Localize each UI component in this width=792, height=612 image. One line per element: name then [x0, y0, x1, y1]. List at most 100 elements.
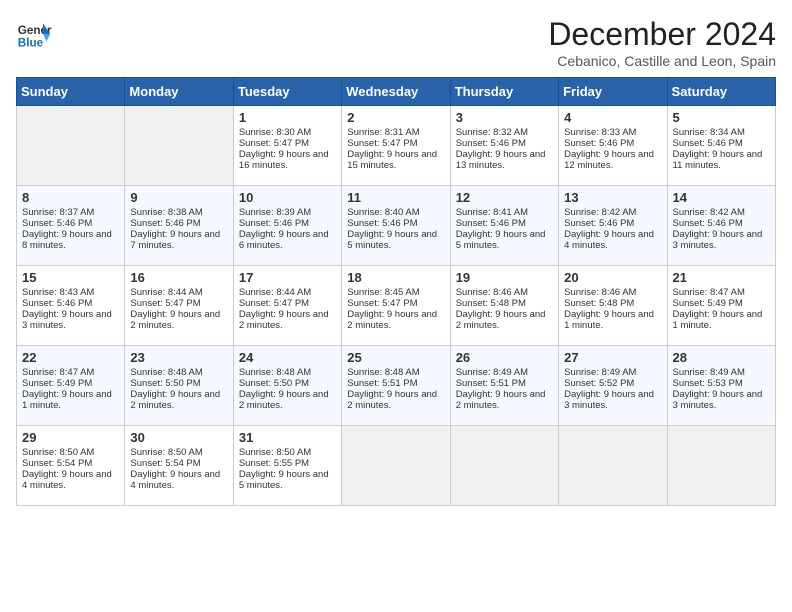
- daylight-text: Daylight: 9 hours and 2 minutes.: [130, 309, 220, 331]
- sunrise-text: Sunrise: 8:37 AM: [22, 207, 94, 218]
- sunset-text: Sunset: 5:53 PM: [673, 378, 743, 389]
- calendar-cell: 16Sunrise: 8:44 AMSunset: 5:47 PMDayligh…: [125, 266, 233, 346]
- month-year-title: December 2024: [548, 16, 776, 53]
- calendar-cell: 31Sunrise: 8:50 AMSunset: 5:55 PMDayligh…: [233, 426, 341, 506]
- calendar-cell: 11Sunrise: 8:40 AMSunset: 5:46 PMDayligh…: [342, 186, 450, 266]
- calendar-cell: 10Sunrise: 8:39 AMSunset: 5:46 PMDayligh…: [233, 186, 341, 266]
- day-number: 19: [456, 270, 553, 285]
- day-number: 26: [456, 350, 553, 365]
- logo-icon: General Blue: [16, 16, 52, 52]
- day-number: 27: [564, 350, 661, 365]
- day-number: 14: [673, 190, 770, 205]
- sunrise-text: Sunrise: 8:34 AM: [673, 127, 745, 138]
- calendar-cell: 12Sunrise: 8:41 AMSunset: 5:46 PMDayligh…: [450, 186, 558, 266]
- calendar-cell: 21 Sunrise: 8:47 AMSunset: 5:49 PMDayligh…: [667, 266, 775, 346]
- sunrise-text: Sunrise: 8:49 AM: [456, 367, 528, 378]
- day-number: 21: [673, 270, 770, 285]
- sunset-text: Sunset: 5:50 PM: [239, 378, 309, 389]
- sunset-text: Sunset: 5:46 PM: [130, 218, 200, 229]
- calendar-cell: [559, 426, 667, 506]
- sunrise-text: Sunrise: 8:42 AM: [564, 207, 636, 218]
- day-number: 28: [673, 350, 770, 365]
- week-row-2: 8Sunrise: 8:37 AMSunset: 5:46 PMDaylight…: [17, 186, 776, 266]
- daylight-text: Daylight: 9 hours and 4 minutes.: [22, 469, 112, 491]
- sunrise-text: Sunrise: 8:50 AM: [130, 447, 202, 458]
- calendar-cell: 24Sunrise: 8:48 AMSunset: 5:50 PMDayligh…: [233, 346, 341, 426]
- day-header-friday: Friday: [559, 78, 667, 106]
- sunset-text: Sunset: 5:46 PM: [564, 218, 634, 229]
- sunset-text: Sunset: 5:52 PM: [564, 378, 634, 389]
- sunset-text: Sunset: 5:49 PM: [673, 298, 743, 309]
- daylight-text: Daylight: 9 hours and 11 minutes.: [673, 149, 763, 171]
- sunset-text: Sunset: 5:46 PM: [456, 138, 526, 149]
- daylight-text: Daylight: 9 hours and 2 minutes.: [239, 389, 329, 411]
- sunrise-text: Sunrise: 8:49 AM: [673, 367, 745, 378]
- day-number: 29: [22, 430, 119, 445]
- calendar-table: SundayMondayTuesdayWednesdayThursdayFrid…: [16, 77, 776, 506]
- calendar-cell: 9Sunrise: 8:38 AMSunset: 5:46 PMDaylight…: [125, 186, 233, 266]
- sunset-text: Sunset: 5:47 PM: [239, 298, 309, 309]
- sunrise-text: Sunrise: 8:33 AM: [564, 127, 636, 138]
- daylight-text: Daylight: 9 hours and 2 minutes.: [456, 389, 546, 411]
- day-number: 16: [130, 270, 227, 285]
- sunset-text: Sunset: 5:46 PM: [22, 218, 92, 229]
- day-number: 15: [22, 270, 119, 285]
- calendar-cell: 5 Sunrise: 8:34 AMSunset: 5:46 PMDaylight…: [667, 106, 775, 186]
- calendar-cell: 14Sunrise: 8:42 AMSunset: 5:46 PMDayligh…: [667, 186, 775, 266]
- calendar-cell: 4Sunrise: 8:33 AMSunset: 5:46 PMDaylight…: [559, 106, 667, 186]
- logo: General Blue: [16, 16, 52, 52]
- calendar-cell: 20Sunrise: 8:46 AMSunset: 5:48 PMDayligh…: [559, 266, 667, 346]
- day-number: 1: [239, 110, 336, 125]
- day-header-tuesday: Tuesday: [233, 78, 341, 106]
- calendar-cell: [17, 106, 125, 186]
- sunrise-text: Sunrise: 8:47 AM: [673, 287, 745, 298]
- day-number: 13: [564, 190, 661, 205]
- day-number: 25: [347, 350, 444, 365]
- sunset-text: Sunset: 5:51 PM: [456, 378, 526, 389]
- sunset-text: Sunset: 5:48 PM: [456, 298, 526, 309]
- day-number: 24: [239, 350, 336, 365]
- sunrise-text: Sunrise: 8:46 AM: [564, 287, 636, 298]
- sunset-text: Sunset: 5:54 PM: [130, 458, 200, 469]
- daylight-text: Daylight: 9 hours and 12 minutes.: [564, 149, 654, 171]
- calendar-cell: 1Sunrise: 8:30 AMSunset: 5:47 PMDaylight…: [233, 106, 341, 186]
- calendar-cell: 29Sunrise: 8:50 AMSunset: 5:54 PMDayligh…: [17, 426, 125, 506]
- week-row-1: 1Sunrise: 8:30 AMSunset: 5:47 PMDaylight…: [17, 106, 776, 186]
- calendar-cell: 19Sunrise: 8:46 AMSunset: 5:48 PMDayligh…: [450, 266, 558, 346]
- daylight-text: Daylight: 9 hours and 3 minutes.: [673, 389, 763, 411]
- day-number: 5: [673, 110, 770, 125]
- day-number: 17: [239, 270, 336, 285]
- sunrise-text: Sunrise: 8:38 AM: [130, 207, 202, 218]
- sunrise-text: Sunrise: 8:44 AM: [239, 287, 311, 298]
- calendar-cell: 23Sunrise: 8:48 AMSunset: 5:50 PMDayligh…: [125, 346, 233, 426]
- day-header-saturday: Saturday: [667, 78, 775, 106]
- daylight-text: Daylight: 9 hours and 1 minute.: [564, 309, 654, 331]
- sunrise-text: Sunrise: 8:45 AM: [347, 287, 419, 298]
- daylight-text: Daylight: 9 hours and 1 minute.: [673, 309, 763, 331]
- day-header-monday: Monday: [125, 78, 233, 106]
- sunset-text: Sunset: 5:55 PM: [239, 458, 309, 469]
- calendar-cell: 26 Sunrise: 8:49 AMSunset: 5:51 PMDayligh…: [450, 346, 558, 426]
- daylight-text: Daylight: 9 hours and 2 minutes.: [239, 309, 329, 331]
- calendar-cell: 3Sunrise: 8:32 AMSunset: 5:46 PMDaylight…: [450, 106, 558, 186]
- daylight-text: Daylight: 9 hours and 5 minutes.: [456, 229, 546, 251]
- sunset-text: Sunset: 5:46 PM: [673, 138, 743, 149]
- sunset-text: Sunset: 5:46 PM: [564, 138, 634, 149]
- sunrise-text: Sunrise: 8:50 AM: [239, 447, 311, 458]
- sunrise-text: Sunrise: 8:44 AM: [130, 287, 202, 298]
- location-subtitle: Cebanico, Castille and Leon, Spain: [548, 53, 776, 69]
- svg-text:Blue: Blue: [18, 37, 44, 50]
- sunset-text: Sunset: 5:46 PM: [22, 298, 92, 309]
- sunrise-text: Sunrise: 8:47 AM: [22, 367, 94, 378]
- sunset-text: Sunset: 5:46 PM: [239, 218, 309, 229]
- calendar-cell: 25Sunrise: 8:48 AMSunset: 5:51 PMDayligh…: [342, 346, 450, 426]
- sunrise-text: Sunrise: 8:41 AM: [456, 207, 528, 218]
- daylight-text: Daylight: 9 hours and 2 minutes.: [347, 389, 437, 411]
- sunset-text: Sunset: 5:46 PM: [347, 218, 417, 229]
- daylight-text: Daylight: 9 hours and 3 minutes.: [564, 389, 654, 411]
- daylight-text: Daylight: 9 hours and 8 minutes.: [22, 229, 112, 251]
- day-number: 12: [456, 190, 553, 205]
- sunrise-text: Sunrise: 8:43 AM: [22, 287, 94, 298]
- calendar-cell: 30Sunrise: 8:50 AMSunset: 5:54 PMDayligh…: [125, 426, 233, 506]
- sunrise-text: Sunrise: 8:50 AM: [22, 447, 94, 458]
